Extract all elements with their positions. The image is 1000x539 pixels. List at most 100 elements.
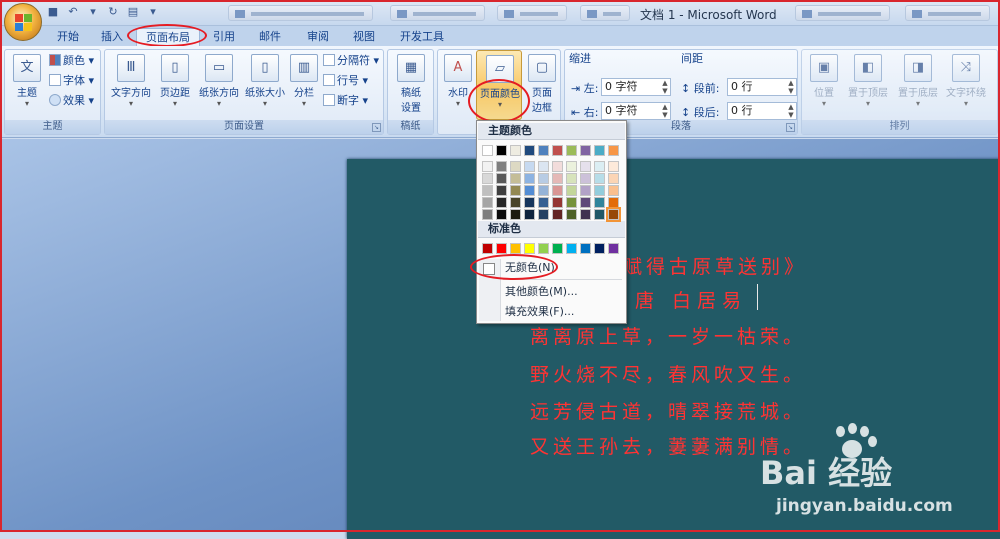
indent-right-field[interactable]: ⇤ 右: 0 字符 ▲ ▼ [571,102,675,120]
theme-shade-swatch[interactable] [580,161,591,172]
theme-shade-swatch[interactable] [524,197,535,208]
theme-shade-swatch[interactable] [510,173,521,184]
tab-insert[interactable]: 插入 [92,28,132,46]
theme-shade-swatch[interactable] [580,197,591,208]
theme-shade-swatch[interactable] [594,173,605,184]
tab-home[interactable]: 开始 [48,28,88,46]
theme-shade-swatch[interactable] [538,173,549,184]
theme-color-swatch[interactable] [552,145,563,156]
theme-color-swatch[interactable] [594,145,605,156]
fonts-button[interactable]: 字体 ▾ [49,72,94,90]
theme-shade-swatch[interactable] [608,197,619,208]
theme-color-swatch[interactable] [524,145,535,156]
tab-review[interactable]: 审阅 [298,28,338,46]
spinner-icon[interactable]: ▲ ▼ [660,79,670,95]
print-preview-icon[interactable]: ▤ [126,5,140,19]
poem-title[interactable]: 《赋得古原草送别》 [600,252,807,279]
theme-shade-swatch[interactable] [538,161,549,172]
theme-shade-swatch[interactable] [482,161,493,172]
theme-shade-swatch[interactable] [496,173,507,184]
spinner-icon[interactable]: ▲ ▼ [786,103,796,119]
theme-shade-swatch[interactable] [496,185,507,196]
theme-shade-swatch[interactable] [552,173,563,184]
redo-icon[interactable]: ↻ [106,5,120,19]
theme-shade-swatch[interactable] [496,209,507,220]
theme-color-swatch[interactable] [482,145,493,156]
position-button[interactable]: ▣ 位置 ▾ [804,54,844,108]
theme-shade-swatch[interactable] [510,161,521,172]
theme-shade-swatch[interactable] [524,209,535,220]
theme-shade-swatch[interactable] [510,185,521,196]
theme-shade-swatch[interactable] [496,197,507,208]
theme-shade-swatch[interactable] [524,185,535,196]
theme-shade-swatch[interactable] [538,209,549,220]
standard-color-swatch[interactable] [510,243,521,254]
fill-effects-item[interactable]: 填充效果(F)... [505,304,574,320]
standard-color-swatch[interactable] [580,243,591,254]
theme-shade-swatch[interactable] [606,207,621,222]
theme-shade-swatch[interactable] [482,209,493,220]
theme-shade-swatch[interactable] [608,161,619,172]
theme-color-swatch[interactable] [496,145,507,156]
theme-shade-swatch[interactable] [524,161,535,172]
spacing-after-input[interactable]: 0 行 ▲ ▼ [727,102,797,120]
breaks-button[interactable]: 分隔符 ▾ [323,52,379,70]
size-button[interactable]: ▯ 纸张大小 ▾ [243,54,287,108]
theme-shade-swatch[interactable] [566,173,577,184]
standard-color-swatch[interactable] [566,243,577,254]
theme-shade-swatch[interactable] [594,161,605,172]
tab-developer[interactable]: 开发工具 [392,28,452,46]
poem-author[interactable]: 唐 白居易 [635,286,747,313]
poem-line-3[interactable]: 远芳侵古道，晴翠接荒城。 [530,397,806,424]
tab-references[interactable]: 引用 [204,28,244,46]
standard-color-swatch[interactable] [552,243,563,254]
theme-shade-swatch[interactable] [594,185,605,196]
theme-color-swatch[interactable] [608,145,619,156]
orientation-button[interactable]: ▭ 纸张方向 ▾ [197,54,241,108]
theme-shade-swatch[interactable] [580,173,591,184]
indent-right-input[interactable]: 0 字符 ▲ ▼ [601,102,671,120]
theme-shade-swatch[interactable] [482,173,493,184]
theme-shade-swatch[interactable] [538,185,549,196]
line-numbers-button[interactable]: 行号 ▾ [323,72,368,90]
spacing-after-field[interactable]: ↕ 段后: 0 行 ▲ ▼ [681,102,797,120]
standard-color-swatch[interactable] [524,243,535,254]
dropdown-icon[interactable]: ▾ [86,5,100,19]
theme-shade-swatch[interactable] [552,161,563,172]
theme-color-swatch[interactable] [510,145,521,156]
theme-shade-swatch[interactable] [524,173,535,184]
theme-shade-swatch[interactable] [552,197,563,208]
theme-shade-swatch[interactable] [496,161,507,172]
theme-color-swatch[interactable] [566,145,577,156]
text-direction-button[interactable]: Ⅲ 文字方向 ▾ [109,54,153,108]
theme-shade-swatch[interactable] [580,185,591,196]
poem-line-2[interactable]: 野火烧不尽，春风吹又生。 [530,360,806,387]
margins-button[interactable]: ▯ 页边距 ▾ [155,54,195,108]
manuscript-settings-button[interactable]: ▦ 稿纸 设置 [390,54,432,114]
spacing-before-input[interactable]: 0 行 ▲ ▼ [727,78,797,96]
standard-color-swatch[interactable] [608,243,619,254]
theme-shade-swatch[interactable] [510,209,521,220]
theme-shade-swatch[interactable] [566,185,577,196]
theme-shade-swatch[interactable] [566,209,577,220]
theme-shade-swatch[interactable] [538,197,549,208]
theme-shade-swatch[interactable] [566,161,577,172]
theme-shade-swatch[interactable] [482,185,493,196]
bring-front-button[interactable]: ◧ 置于顶层 ▾ [844,54,892,108]
customize-toolbar-icon[interactable]: ▾ [146,5,160,19]
tab-mailings[interactable]: 邮件 [250,28,290,46]
send-back-button[interactable]: ◨ 置于底层 ▾ [894,54,942,108]
theme-shade-swatch[interactable] [594,197,605,208]
save-icon[interactable]: ■ [46,5,60,19]
hyphenation-button[interactable]: 断字 ▾ [323,92,368,110]
indent-left-field[interactable]: ⇥ 左: 0 字符 ▲ ▼ [571,78,675,96]
standard-color-swatch[interactable] [594,243,605,254]
spinner-icon[interactable]: ▲ ▼ [660,103,670,119]
paragraph-launcher-icon[interactable]: ↘ [786,123,795,132]
document-page[interactable] [347,159,1000,539]
spacing-before-field[interactable]: ↕ 段前: 0 行 ▲ ▼ [681,78,797,96]
colors-button[interactable]: 颜色 ▾ [49,52,94,70]
theme-shade-swatch[interactable] [510,197,521,208]
undo-icon[interactable]: ↶ [66,5,80,19]
theme-shade-swatch[interactable] [594,209,605,220]
